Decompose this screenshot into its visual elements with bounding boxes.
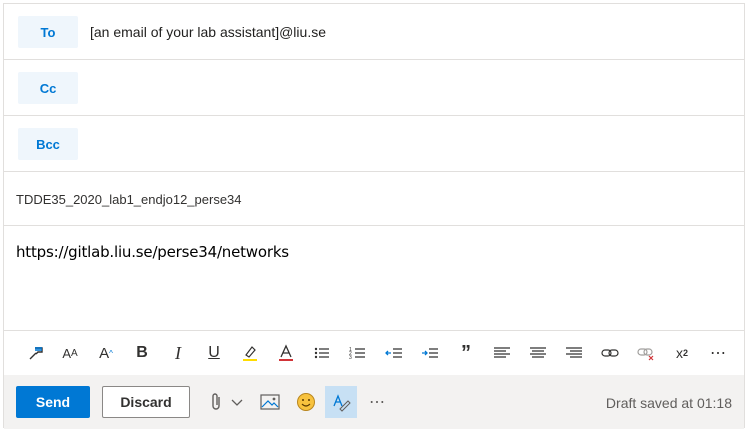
- italic-icon[interactable]: I: [164, 339, 192, 367]
- editor-icon[interactable]: [325, 386, 357, 418]
- remove-link-icon[interactable]: [632, 339, 660, 367]
- more-formatting-icon[interactable]: ⋯: [704, 339, 732, 367]
- subject-row: TDDE35_2020_lab1_endjo12_perse34: [4, 172, 744, 226]
- insert-link-icon[interactable]: [596, 339, 624, 367]
- formatting-toolbar: AA A ^ B I U 123 ” x 2 ⋯: [4, 330, 744, 375]
- decrease-indent-icon[interactable]: [380, 339, 408, 367]
- chevron-down-icon[interactable]: [228, 387, 246, 417]
- underline-icon[interactable]: U: [200, 339, 228, 367]
- send-button[interactable]: Send: [16, 386, 90, 418]
- to-row: To [an email of your lab assistant]@liu.…: [4, 4, 744, 60]
- message-body[interactable]: https://gitlab.liu.se/perse34/networks: [16, 243, 289, 261]
- action-bar: Send Discard ⋯ Draft saved at 01:18: [4, 375, 744, 429]
- bcc-button[interactable]: Bcc: [18, 128, 78, 160]
- superscript-icon[interactable]: x2: [668, 339, 696, 367]
- quote-icon[interactable]: ”: [452, 339, 480, 367]
- highlight-icon[interactable]: [236, 339, 264, 367]
- align-center-icon[interactable]: [524, 339, 552, 367]
- font-size-icon[interactable]: AA: [56, 339, 84, 367]
- to-button[interactable]: To: [18, 16, 78, 48]
- discard-button[interactable]: Discard: [102, 386, 190, 418]
- draft-status: Draft saved at 01:18: [605, 395, 732, 411]
- subject-field[interactable]: TDDE35_2020_lab1_endjo12_perse34: [16, 192, 242, 207]
- cc-row: Cc: [4, 60, 744, 116]
- bullets-icon[interactable]: [308, 339, 336, 367]
- align-left-icon[interactable]: [488, 339, 516, 367]
- bold-icon[interactable]: B: [128, 339, 156, 367]
- increase-indent-icon[interactable]: [416, 339, 444, 367]
- attach-icon[interactable]: [206, 387, 226, 417]
- image-icon[interactable]: [258, 387, 282, 417]
- to-field[interactable]: [an email of your lab assistant]@liu.se: [90, 24, 326, 40]
- font-color-icon[interactable]: [272, 339, 300, 367]
- numbering-icon[interactable]: 123: [344, 339, 372, 367]
- cc-button[interactable]: Cc: [18, 72, 78, 104]
- grow-font-icon[interactable]: A ^: [92, 339, 120, 367]
- emoji-icon[interactable]: [294, 387, 318, 417]
- compose-window: To [an email of your lab assistant]@liu.…: [3, 3, 745, 429]
- svg-text:3: 3: [349, 355, 352, 361]
- format-painter-icon[interactable]: [22, 339, 50, 367]
- more-options-icon[interactable]: ⋯: [366, 387, 388, 417]
- bcc-row: Bcc: [4, 116, 744, 172]
- align-right-icon[interactable]: [560, 339, 588, 367]
